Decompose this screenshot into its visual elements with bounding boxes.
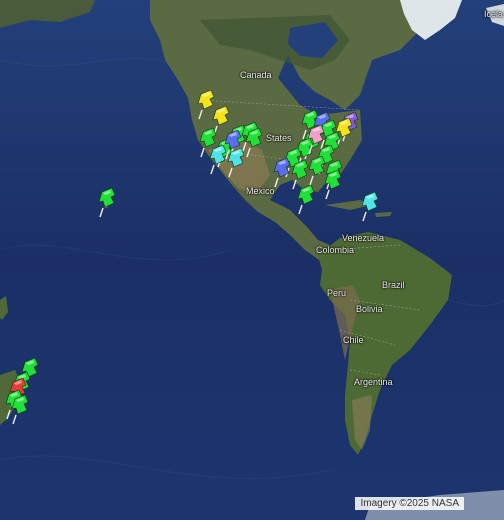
- label-venezuela: Venezuela: [342, 233, 385, 243]
- label-bolivia: Bolivia: [356, 304, 383, 314]
- map-pin-green[interactable]: [244, 128, 266, 158]
- label-brazil: Brazil: [382, 280, 405, 290]
- map-pin-green[interactable]: [296, 185, 318, 215]
- map-pin-cyan[interactable]: [360, 192, 382, 222]
- label-mexico: Mexico: [246, 186, 275, 196]
- label-states: States: [266, 133, 292, 143]
- label-iceland: Icela: [484, 9, 504, 19]
- label-canada: Canada: [240, 70, 272, 80]
- map-pin-green[interactable]: [10, 395, 32, 425]
- map-pin-green[interactable]: [323, 170, 345, 200]
- label-peru: Peru: [327, 288, 347, 298]
- label-chile: Chile: [343, 335, 364, 345]
- label-argentina: Argentina: [354, 377, 393, 387]
- map-pin-green[interactable]: [97, 188, 119, 218]
- map-view[interactable]: Canada States Mexico Venezuela Colombia …: [0, 0, 504, 520]
- imagery-attribution: Imagery ©2025 NASA: [355, 497, 464, 510]
- label-colombia: Colombia: [316, 245, 355, 255]
